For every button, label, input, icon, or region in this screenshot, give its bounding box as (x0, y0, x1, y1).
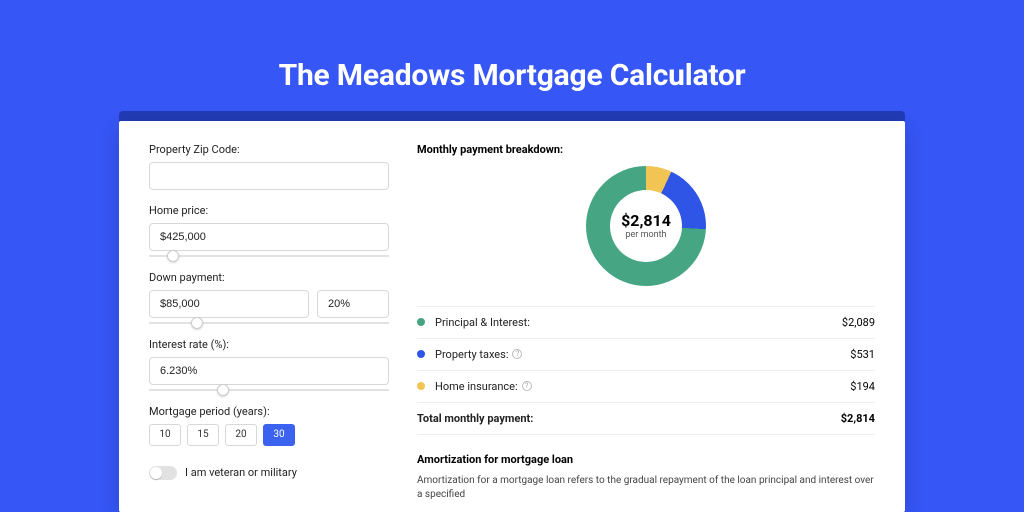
legend-row-principal: Principal & Interest: $2,089 (417, 307, 875, 339)
home-price-input[interactable] (149, 223, 389, 251)
donut-chart: $2,814 per month (586, 166, 706, 286)
down-payment-pct-input[interactable] (317, 290, 389, 318)
interest-rate-input[interactable] (149, 357, 389, 385)
help-icon[interactable]: ? (522, 381, 532, 391)
inputs-panel: Property Zip Code: Home price: Down paym… (149, 143, 389, 490)
legend-value-taxes: $531 (850, 348, 875, 361)
home-price-slider[interactable] (149, 255, 389, 257)
legend-row-total: Total monthly payment: $2,814 (417, 403, 875, 435)
legend: Principal & Interest: $2,089 Property ta… (417, 306, 875, 435)
legend-dot-principal (417, 318, 425, 326)
interest-rate-label: Interest rate (%): (149, 338, 389, 351)
interest-rate-slider[interactable] (149, 389, 389, 391)
legend-value-principal: $2,089 (842, 316, 875, 329)
legend-label-taxes: Property taxes: ? (435, 348, 850, 361)
zip-input[interactable] (149, 162, 389, 190)
zip-label: Property Zip Code: (149, 143, 389, 156)
legend-value-total: $2,814 (841, 412, 875, 425)
page-title: The Meadows Mortgage Calculator (279, 58, 746, 93)
interest-rate-slider-handle[interactable] (217, 384, 229, 396)
amortization-text: Amortization for a mortgage loan refers … (417, 474, 875, 502)
donut-amount: $2,814 (621, 211, 671, 230)
legend-label-principal: Principal & Interest: (435, 316, 842, 329)
period-label: Mortgage period (years): (149, 405, 389, 418)
help-icon[interactable]: ? (512, 349, 522, 359)
calculator-card: Property Zip Code: Home price: Down paym… (119, 121, 905, 512)
donut-center: $2,814 per month (610, 190, 682, 262)
period-btn-30[interactable]: 30 (263, 424, 295, 446)
period-btn-15[interactable]: 15 (187, 424, 219, 446)
legend-label-total: Total monthly payment: (417, 412, 841, 425)
legend-dot-insurance (417, 382, 425, 390)
down-payment-amount-input[interactable] (149, 290, 309, 318)
legend-dot-taxes (417, 350, 425, 358)
down-payment-label: Down payment: (149, 271, 389, 284)
legend-row-taxes: Property taxes: ? $531 (417, 339, 875, 371)
breakdown-panel: Monthly payment breakdown: $2,814 per mo… (417, 143, 875, 490)
veteran-toggle[interactable] (149, 466, 177, 480)
home-price-slider-handle[interactable] (167, 250, 179, 262)
period-btn-20[interactable]: 20 (225, 424, 257, 446)
veteran-label: I am veteran or military (185, 466, 297, 479)
legend-value-insurance: $194 (850, 380, 875, 393)
period-options: 10 15 20 30 (149, 424, 389, 446)
legend-label-insurance: Home insurance: ? (435, 380, 850, 393)
legend-label-taxes-text: Property taxes: (435, 348, 508, 361)
donut-sub: per month (625, 230, 666, 240)
legend-row-insurance: Home insurance: ? $194 (417, 371, 875, 403)
down-payment-slider-handle[interactable] (191, 317, 203, 329)
legend-label-insurance-text: Home insurance: (435, 380, 518, 393)
home-price-label: Home price: (149, 204, 389, 217)
breakdown-title: Monthly payment breakdown: (417, 143, 875, 156)
period-btn-10[interactable]: 10 (149, 424, 181, 446)
down-payment-slider[interactable] (149, 322, 389, 324)
veteran-toggle-knob (150, 467, 162, 479)
amortization-title: Amortization for mortgage loan (417, 453, 875, 466)
